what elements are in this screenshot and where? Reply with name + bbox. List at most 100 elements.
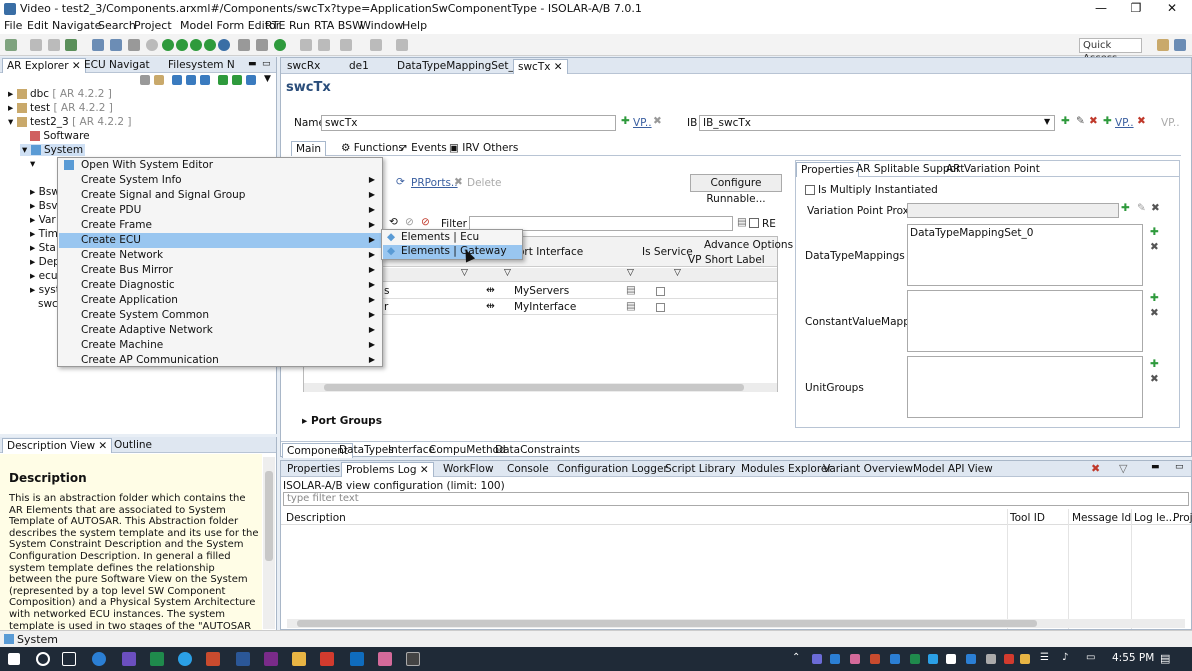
task-view-icon[interactable] [62,652,76,666]
submenu-gateway[interactable]: ◆ Elements | Gateway [383,245,522,259]
pin-icon[interactable] [340,39,352,51]
onenote-icon[interactable] [264,652,278,666]
menu-create-system-info[interactable]: Create System Info ▶ [59,173,381,188]
tray-chevron-icon[interactable]: ⌃ [792,652,800,663]
menu-open-system-editor[interactable]: Open With System Editor [59,158,381,173]
add-cvm-icon[interactable]: ✚ [1150,292,1159,304]
outlook-icon[interactable] [350,652,364,666]
excel-icon[interactable] [150,652,164,666]
maximize-bottom-icon[interactable]: ▭ [1175,462,1184,472]
run-a-icon[interactable] [162,39,174,51]
menu-edit[interactable]: Edit [27,19,48,32]
log-filter-input[interactable]: type filter text [283,492,1189,506]
delete-dtm-icon[interactable]: ✖ [1150,241,1159,253]
back-icon[interactable] [370,39,382,51]
column-filter-icon[interactable]: ▽ [674,268,681,278]
notification-icon[interactable]: ▤ [1160,652,1170,665]
row-interface[interactable]: MyInterface [514,301,576,313]
link-editor-icon[interactable] [154,75,164,85]
start-icon[interactable] [8,653,20,665]
tree-item-var[interactable]: ▸ Var [30,214,56,226]
folder-icon[interactable] [292,652,306,666]
tray-icon[interactable] [1020,654,1030,664]
close-icon[interactable]: ✕ [1157,1,1187,17]
col-tool-id[interactable]: Tool ID [1010,512,1045,524]
configure-runnable-button[interactable]: Configure Runnable... [690,174,782,205]
menu-create-application[interactable]: Create Application ▶ [59,293,381,308]
menu-project[interactable]: Project [134,19,172,32]
subtab-others[interactable]: Others [479,141,522,156]
tab-datatypemappingset[interactable]: DataTypeMappingSet_0 [393,59,524,74]
link-icon[interactable] [110,39,122,51]
menu-rte[interactable]: RTE [265,19,286,32]
tab-dataconstraints[interactable]: DataConstraints [491,443,584,458]
tray-icon[interactable] [946,654,956,664]
help-icon[interactable] [146,39,158,51]
powerpoint-icon[interactable] [206,652,220,666]
browse-icon[interactable]: ▤ [626,300,636,312]
sync-icon[interactable]: ⊘ [405,216,414,228]
filter2-icon[interactable] [186,75,196,85]
tray-icon[interactable] [910,654,920,664]
tab-model-api-view[interactable]: Model API View [909,462,997,477]
menu-rta-bsw[interactable]: RTA BSW [314,19,363,32]
name-input[interactable]: swcTx [321,115,616,131]
col-message-id[interactable]: Message Id [1072,512,1131,524]
delete-cvm-icon[interactable]: ✖ [1150,307,1159,319]
subtab-irv[interactable]: ▣ IRV [445,141,483,156]
tree-item-bsw[interactable]: ▸ Bsw [30,186,60,198]
ib-select[interactable]: IB_swcTx [699,115,1055,131]
tab-variant-overview[interactable]: Variant Overview [819,462,917,477]
add-ug-icon[interactable]: ✚ [1150,358,1159,370]
tab-console[interactable]: Console [503,462,553,477]
column-filter-icon[interactable]: ▽ [461,268,468,278]
filter-log-icon[interactable]: ▽ [1119,462,1127,475]
menu-search[interactable]: Search [98,19,136,32]
menu-navigate[interactable]: Navigate [52,19,101,32]
search-icon[interactable] [36,652,50,666]
menu-create-bus-mirror[interactable]: Create Bus Mirror ▶ [59,263,381,278]
tray-icon[interactable] [966,654,976,664]
menu-create-diagnostic[interactable]: Create Diagnostic ▶ [59,278,381,293]
tab-outline[interactable]: Outline [110,438,156,453]
row-interface[interactable]: MyServers [514,285,569,297]
tray-icon[interactable] [830,654,840,664]
app-icon[interactable] [122,652,136,666]
menu-create-machine[interactable]: Create Machine ▶ [59,338,381,353]
battery-icon[interactable]: ▭ [1086,652,1095,663]
delete-ib-icon[interactable]: ✖ [1089,115,1098,127]
menu-create-system-common[interactable]: Create System Common ▶ [59,308,381,323]
remove-vp-icon[interactable]: ✖ [653,115,662,127]
refresh-tree-icon[interactable] [232,75,242,85]
tray-icon[interactable] [890,654,900,664]
save-icon[interactable] [30,39,42,51]
delete-vpp-icon[interactable]: ✖ [1151,202,1160,214]
delete-vp2-icon[interactable]: ✖ [1137,115,1146,127]
tree-item-test2-3[interactable]: ▾ test2_3 [ AR 4.2.2 ] [8,116,131,128]
run-c-icon[interactable] [190,39,202,51]
menu-help[interactable]: Help [402,19,427,32]
tree-item-software[interactable]: Software [30,130,90,142]
tab-de1[interactable]: de1 [345,59,373,74]
perspective2-icon[interactable] [1174,39,1186,51]
menu-create-signal[interactable]: Create Signal and Signal Group ▶ [59,188,381,203]
submenu-ecu-instance[interactable]: ◆Elements | Ecu Instance [383,231,522,256]
tab-workflow[interactable]: WorkFlow [439,462,498,477]
scrollbar-thumb[interactable] [324,384,744,391]
minimize-view-icon[interactable]: ▬ [248,59,257,69]
tab-configuration-logger[interactable]: Configuration Logger [553,462,672,477]
dtm-item[interactable]: DataTypeMappingSet_0 [910,227,1033,239]
vertical-scrollbar[interactable] [263,457,275,629]
minimize-bottom-icon[interactable]: ▬ [1151,462,1160,472]
volume-icon[interactable]: ♪ [1062,652,1068,663]
menu-file[interactable]: File [4,19,22,32]
tab-ar-variation-point[interactable]: AR Variation Point [942,162,1044,177]
subtab-main[interactable]: Main [291,141,327,156]
tree-item-tim[interactable]: ▸ Tim [30,228,58,240]
horizontal-scrollbar[interactable] [287,619,1185,628]
menu-create-ap-communication[interactable]: Create AP Communication ▶ [59,353,381,368]
add-vpp-icon[interactable]: ✚ [1121,202,1130,214]
scrollbar-thumb[interactable] [297,620,1037,627]
column-filter-icon[interactable]: ▽ [627,268,634,278]
maximize-icon[interactable]: ❐ [1121,1,1151,17]
